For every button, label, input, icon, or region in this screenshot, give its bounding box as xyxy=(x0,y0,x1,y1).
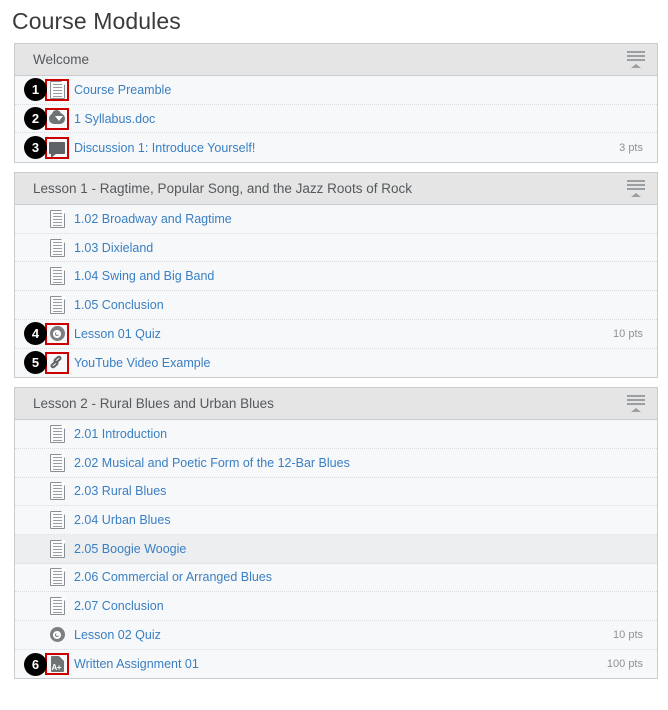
document-icon xyxy=(49,295,65,314)
module-item-link[interactable]: Lesson 02 Quiz xyxy=(74,628,613,642)
document-icon xyxy=(49,482,65,501)
module-item[interactable]: 2.03 Rural Blues xyxy=(15,477,657,507)
module-item-link[interactable]: 1.02 Broadway and Ragtime xyxy=(74,212,643,226)
module-item-points: 10 pts xyxy=(613,628,643,641)
module-item[interactable]: 1.03 Dixieland xyxy=(15,233,657,263)
module-item-link[interactable]: 2.06 Commercial or Arranged Blues xyxy=(74,570,643,584)
hamburger-collapse-icon[interactable] xyxy=(623,47,649,73)
module-item-link[interactable]: Discussion 1: Introduce Yourself! xyxy=(74,141,619,155)
module-header: Lesson 2 - Rural Blues and Urban Blues xyxy=(15,388,657,421)
module-item[interactable]: 2.06 Commercial or Arranged Blues xyxy=(15,563,657,593)
module-item[interactable]: Course Preamble xyxy=(15,76,657,105)
module-item-link[interactable]: Lesson 01 Quiz xyxy=(74,327,613,341)
module-item[interactable]: Discussion 1: Introduce Yourself! 3 pts xyxy=(15,133,657,163)
quiz-rocket-icon xyxy=(49,626,65,644)
callout-badge-2: 2 xyxy=(24,107,47,131)
module-item[interactable]: Lesson 01 Quiz 10 pts xyxy=(15,319,657,349)
document-icon xyxy=(49,568,65,587)
module-item-link[interactable]: Course Preamble xyxy=(74,83,643,97)
module: Lesson 2 - Rural Blues and Urban Blues 2.… xyxy=(14,387,658,680)
document-icon xyxy=(49,425,65,444)
assignment-a-plus-icon: A+ xyxy=(49,655,65,673)
module-header: Lesson 1 - Ragtime, Popular Song, and th… xyxy=(15,173,657,206)
page-title: Course Modules xyxy=(12,8,181,34)
callout-badge-6: 6 xyxy=(24,652,47,676)
module-item-link[interactable]: 2.04 Urban Blues xyxy=(74,513,643,527)
module-item-points: 100 pts xyxy=(606,658,643,671)
module-item[interactable]: 2.07 Conclusion xyxy=(15,592,657,621)
module-item-points: 10 pts xyxy=(613,327,643,340)
module-item-link[interactable]: 1.03 Dixieland xyxy=(74,241,643,255)
module-item[interactable]: 1.04 Swing and Big Band xyxy=(15,262,657,292)
document-icon xyxy=(49,539,65,558)
discussion-bubble-icon xyxy=(49,139,65,158)
module-item-link[interactable]: 2.05 Boogie Woogie xyxy=(74,542,643,556)
module-item-link[interactable]: Written Assignment 01 xyxy=(74,657,607,671)
module: Welcome Course Preamble 1 Syllabus.doc Disc… xyxy=(14,43,658,164)
quiz-rocket-icon xyxy=(49,325,65,343)
module-item-link[interactable]: 1.05 Conclusion xyxy=(74,298,643,312)
document-icon xyxy=(49,453,65,472)
external-link-icon xyxy=(49,354,65,372)
document-icon xyxy=(49,238,65,257)
module-item[interactable]: 2.05 Boogie Woogie xyxy=(15,534,657,564)
module: Lesson 1 - Ragtime, Popular Song, and th… xyxy=(14,172,658,379)
modules-list: Welcome Course Preamble 1 Syllabus.doc Disc… xyxy=(14,43,658,680)
module-title: Lesson 1 - Ragtime, Popular Song, and th… xyxy=(33,181,412,197)
module-item[interactable]: 2.02 Musical and Poetic Form of the 12-B… xyxy=(15,448,657,478)
hamburger-collapse-icon[interactable] xyxy=(623,176,649,202)
module-item[interactable]: 1.02 Broadway and Ragtime xyxy=(15,205,657,234)
module-header: Welcome xyxy=(15,44,657,76)
module-item[interactable]: 2.04 Urban Blues xyxy=(15,506,657,535)
callout-badge-4: 4 xyxy=(24,322,47,346)
module-title: Lesson 2 - Rural Blues and Urban Blues xyxy=(33,396,274,412)
module-item-link[interactable]: 2.03 Rural Blues xyxy=(74,484,643,498)
document-icon xyxy=(49,597,65,616)
download-cloud-icon xyxy=(49,109,65,128)
module-item[interactable]: YouTube Video Example xyxy=(15,348,657,378)
hamburger-collapse-icon[interactable] xyxy=(623,391,649,417)
module-item-points: 3 pts xyxy=(619,141,643,154)
module-title: Welcome xyxy=(33,52,90,67)
module-item[interactable]: Lesson 02 Quiz 10 pts xyxy=(15,621,657,650)
module-item-link[interactable]: YouTube Video Example xyxy=(74,356,643,370)
module-item-link[interactable]: 2.07 Conclusion xyxy=(74,599,643,613)
module-item-link[interactable]: 1.04 Swing and Big Band xyxy=(74,269,643,283)
module-item-link[interactable]: 2.01 Introduction xyxy=(74,427,643,441)
document-icon xyxy=(49,80,65,99)
document-icon xyxy=(49,511,65,530)
module-item-link[interactable]: 1 Syllabus.doc xyxy=(74,112,643,126)
module-item[interactable]: 2.01 Introduction xyxy=(15,420,657,449)
module-item[interactable]: A+ Written Assignment 01 100 pts xyxy=(15,649,657,679)
module-item[interactable]: 1.05 Conclusion xyxy=(15,291,657,320)
document-icon xyxy=(49,267,65,286)
document-icon xyxy=(49,209,65,228)
module-item-link[interactable]: 2.02 Musical and Poetic Form of the 12-B… xyxy=(74,456,643,470)
module-item[interactable]: 1 Syllabus.doc xyxy=(15,104,657,134)
